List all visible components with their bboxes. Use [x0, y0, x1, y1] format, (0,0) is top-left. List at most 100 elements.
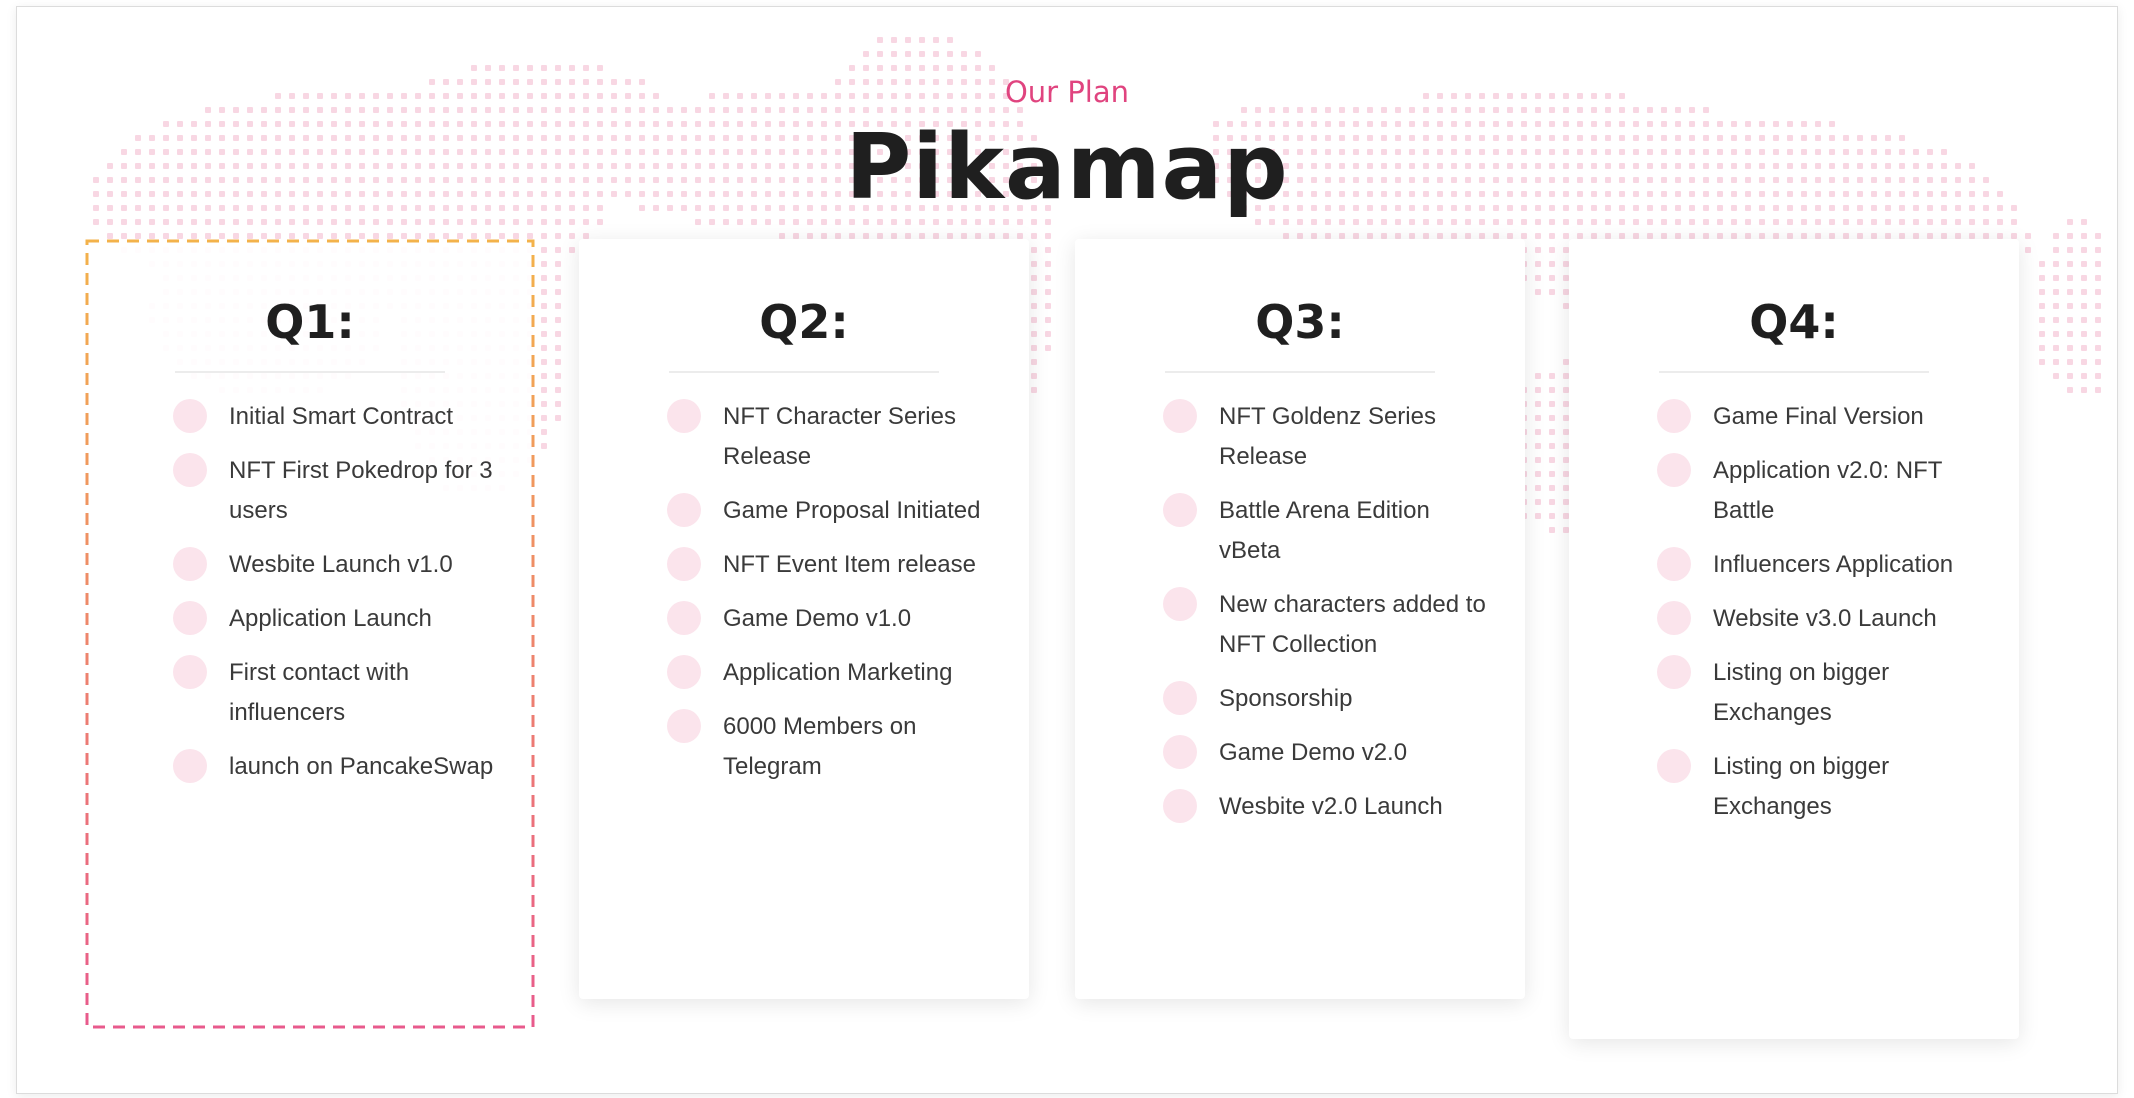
map-dot [1045, 275, 1051, 281]
map-dot [2081, 261, 2087, 267]
milestone-text: 6000 Members on Telegram [723, 713, 917, 780]
map-dot [2067, 331, 2073, 337]
milestone-text: Wesbite v2.0 Launch [1219, 793, 1443, 820]
map-dot [1535, 275, 1541, 281]
map-dot [541, 317, 547, 323]
bullet-dot-icon [667, 493, 701, 527]
map-dot [2067, 359, 2073, 365]
map-dot [2053, 261, 2059, 267]
map-dot [1549, 527, 1555, 533]
bullet-dot-icon [173, 601, 207, 635]
map-dot [2095, 345, 2101, 351]
quarter-card-q2: Q2: NFT Character Series Release Game Pr… [579, 239, 1029, 999]
map-dot [2067, 303, 2073, 309]
milestone-text: Game Demo v2.0 [1219, 739, 1408, 766]
map-dot [891, 37, 897, 43]
map-dot [2039, 303, 2045, 309]
map-dot [2025, 247, 2031, 253]
map-dot [541, 331, 547, 337]
map-dot [2095, 261, 2101, 267]
map-dot [555, 65, 561, 71]
map-dot [2081, 247, 2087, 253]
map-dot [1535, 513, 1541, 519]
quarter-heading: Q3: [1255, 295, 1345, 349]
map-dot [1549, 513, 1555, 519]
map-dot [1549, 415, 1555, 421]
milestone-item: Game Demo v2.0 [1163, 733, 1493, 773]
map-dot [2095, 275, 2101, 281]
milestone-item: NFT Event Item release [667, 545, 997, 585]
section-kicker: Our Plan [1004, 75, 1130, 109]
map-dot [1535, 387, 1541, 393]
milestone-item: Influencers Application [1657, 545, 1987, 585]
map-dot [877, 51, 883, 57]
map-dot [499, 65, 505, 71]
map-dot [555, 261, 561, 267]
map-dot [1045, 233, 1051, 239]
quarter-heading: Q2: [759, 295, 849, 349]
map-dot [2025, 233, 2031, 239]
milestone-item: 6000 Members on Telegram [667, 707, 997, 787]
map-dot [2095, 331, 2101, 337]
map-dot [2067, 275, 2073, 281]
map-dot [905, 51, 911, 57]
map-dot [933, 51, 939, 57]
milestone-text: Initial Smart Contract [229, 403, 454, 430]
map-dot [2053, 275, 2059, 281]
map-dot [947, 37, 953, 43]
milestone-text: Game Proposal Initiated [723, 497, 981, 524]
map-dot [1045, 261, 1051, 267]
milestone-item: New characters added to NFT Collection [1163, 585, 1493, 665]
bullet-dot-icon [667, 547, 701, 581]
bullet-dot-icon [667, 601, 701, 635]
quarter-card-q3: Q3: NFT Goldenz Series Release Battle Ar… [1075, 239, 1525, 999]
map-dot [1031, 233, 1037, 239]
map-dot [1031, 247, 1037, 253]
map-dot [961, 51, 967, 57]
quarter-card-q1: Q1: Initial Smart Contract NFT First Pok… [85, 239, 535, 1029]
map-dot [541, 443, 547, 449]
map-dot [555, 401, 561, 407]
map-dot [2039, 261, 2045, 267]
roadmap-section: Our Plan Pikamap Q1: Initial Smart Contr… [16, 6, 2118, 1094]
map-dot [1535, 261, 1541, 267]
map-dot [541, 65, 547, 71]
map-dot [1535, 485, 1541, 491]
section-title: Pikamap [845, 115, 1289, 220]
map-dot [541, 359, 547, 365]
map-dot [1045, 289, 1051, 295]
milestone-item: Battle Arena Edition vBeta [1163, 491, 1493, 571]
map-dot [541, 275, 547, 281]
map-dot [1045, 331, 1051, 337]
bullet-dot-icon [1163, 681, 1197, 715]
map-dot [2081, 373, 2087, 379]
milestone-text: Game Demo v1.0 [723, 605, 912, 632]
map-dot [1549, 499, 1555, 505]
map-dot [583, 65, 589, 71]
map-dot [1031, 275, 1037, 281]
map-dot [1031, 387, 1037, 393]
map-dot [541, 289, 547, 295]
map-dot [933, 65, 939, 71]
map-dot [1549, 233, 1555, 239]
map-dot [541, 401, 547, 407]
map-dot [919, 65, 925, 71]
milestone-item: Application Launch [173, 599, 503, 639]
milestone-text: Application Launch [229, 605, 432, 632]
map-dot [1563, 233, 1569, 239]
milestone-text: Application Marketing [723, 659, 953, 686]
map-dot [2067, 247, 2073, 253]
map-dot [2067, 387, 2073, 393]
map-dot [1031, 303, 1037, 309]
milestone-text: Game Final Version [1713, 403, 1924, 430]
map-dot [2053, 317, 2059, 323]
quarter-card-q4: Q4: Game Final Version Application v2.0:… [1569, 239, 2019, 1039]
milestone-item: NFT First Pokedrop for 3 users [173, 451, 503, 531]
map-dot [877, 65, 883, 71]
bullet-dot-icon [1163, 493, 1197, 527]
milestone-text: Listing on bigger Exchanges [1713, 753, 1890, 820]
map-dot [555, 415, 561, 421]
map-dot [1549, 275, 1555, 281]
map-dot [905, 65, 911, 71]
map-dot [863, 65, 869, 71]
